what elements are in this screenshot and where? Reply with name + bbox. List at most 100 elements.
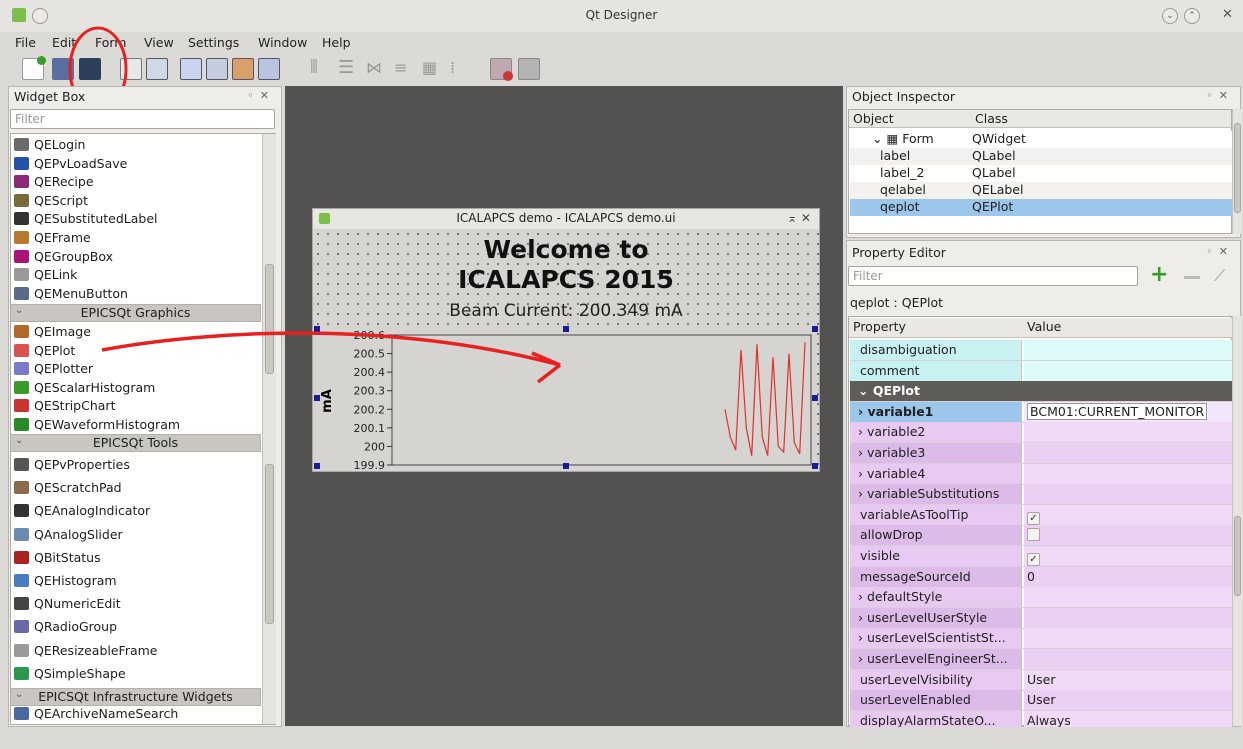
widget-item[interactable]: QEStripChart <box>14 398 115 416</box>
scrollbar-thumb[interactable] <box>265 464 274 624</box>
widget-item[interactable]: QEHistogram <box>14 573 117 591</box>
property-value[interactable] <box>1024 607 1232 628</box>
object-tree-row[interactable]: ⌄ ▦ Form QWidget <box>850 131 1232 148</box>
property-section-header[interactable]: ⌄ QEPlot <box>850 381 1232 403</box>
property-row[interactable]: visible ✓ <box>850 546 1232 567</box>
edit-widgets-icon[interactable] <box>180 58 202 80</box>
adjust-size-icon[interactable] <box>518 58 540 80</box>
widget-list-scrollbar[interactable] <box>262 134 276 724</box>
property-row[interactable]: comment <box>850 360 1232 382</box>
layout-splitter-h-icon[interactable]: ⋈ <box>366 58 388 80</box>
widget-item[interactable]: QEFrame <box>14 230 91 248</box>
property-value[interactable] <box>1024 340 1232 360</box>
widget-item[interactable]: QEImage <box>14 324 91 342</box>
widget-item[interactable]: QEPlot <box>14 343 75 361</box>
property-row[interactable]: allowDrop <box>850 525 1232 547</box>
form-window-controls[interactable]: ⌅ ✕ <box>787 211 811 225</box>
property-value[interactable] <box>1024 525 1232 546</box>
property-value[interactable]: ✓ <box>1024 546 1232 566</box>
widget-item[interactable]: QRadioGroup <box>14 619 117 637</box>
property-value[interactable] <box>1024 649 1232 669</box>
maximize-icon[interactable]: ⌃ <box>1184 8 1200 24</box>
object-column-header[interactable]: Object <box>849 110 971 128</box>
object-tree-row[interactable]: qelabel QELabel <box>850 182 1232 199</box>
widget-item[interactable]: QNumericEdit <box>14 596 121 614</box>
dock-controls[interactable]: ◦✕ <box>1206 245 1234 258</box>
checkbox-checked[interactable]: ✓ <box>1027 511 1040 525</box>
new-form-icon[interactable] <box>22 56 46 80</box>
property-row[interactable]: › userLevelScientistSt... <box>850 628 1232 650</box>
close-icon[interactable]: ✕ <box>1222 7 1233 22</box>
edit-tab-order-icon[interactable] <box>258 58 280 80</box>
layout-form-icon[interactable]: ⁞ <box>450 58 472 80</box>
selection-handle[interactable] <box>563 463 569 469</box>
widget-item[interactable]: QESubstitutedLabel <box>14 211 158 229</box>
configure-icon[interactable]: ⟋ <box>1214 266 1225 286</box>
property-row[interactable]: › variable3 <box>850 443 1232 464</box>
property-filter[interactable]: Filter <box>848 266 1138 286</box>
widget-item[interactable]: QEPvProperties <box>14 457 130 475</box>
widget-item[interactable]: QBitStatus <box>14 550 101 568</box>
menu-file[interactable]: File <box>15 35 36 50</box>
property-row[interactable]: › defaultStyle <box>850 587 1232 609</box>
layout-horizontal-icon[interactable]: ⦀ <box>310 58 332 80</box>
selection-handle[interactable] <box>314 463 320 469</box>
property-row[interactable]: userLevelVisibility User <box>850 669 1232 691</box>
widget-item[interactable]: QELink <box>14 267 77 285</box>
property-value[interactable] <box>1024 484 1232 505</box>
object-tree-row[interactable]: label QLabel <box>850 148 1232 165</box>
widget-box-filter[interactable]: Filter <box>10 109 275 129</box>
layout-splitter-v-icon[interactable]: ≡ <box>394 58 416 80</box>
property-row[interactable]: variableAsToolTip ✓ <box>850 504 1232 526</box>
selection-handle[interactable] <box>314 395 320 401</box>
class-column-header[interactable]: Class <box>971 110 1231 128</box>
widget-item[interactable]: QERecipe <box>14 174 94 192</box>
widget-item[interactable]: QEScratchPad <box>14 480 122 498</box>
property-value[interactable]: User <box>1024 690 1232 711</box>
widget-item[interactable]: QEAnalogIndicator <box>14 503 150 521</box>
property-value[interactable] <box>1024 463 1232 484</box>
widget-item[interactable]: QEPlotter <box>14 361 93 379</box>
widget-item[interactable]: QELogin <box>14 137 85 155</box>
property-value[interactable] <box>1024 587 1232 608</box>
object-tree-scrollbar[interactable] <box>1232 109 1242 234</box>
remove-property-icon[interactable] <box>1184 276 1200 279</box>
edit-signals-icon[interactable] <box>206 58 228 80</box>
scrollbar-thumb[interactable] <box>1234 123 1241 213</box>
property-row[interactable]: messageSourceId 0 <box>850 566 1232 588</box>
property-row[interactable]: › userLevelUserStyle <box>850 607 1232 629</box>
selection-handle[interactable] <box>812 463 818 469</box>
menu-view[interactable]: View <box>144 35 174 50</box>
property-value[interactable]: 0 <box>1024 566 1232 587</box>
widget-item[interactable]: QEGroupBox <box>14 249 113 267</box>
widget-category[interactable]: ⌄ EPICSQt Tools <box>10 434 261 452</box>
menu-help[interactable]: Help <box>322 35 351 50</box>
widget-item[interactable]: QEWaveformHistogram <box>14 417 180 435</box>
checkbox-checked[interactable]: ✓ <box>1027 553 1040 566</box>
property-value[interactable]: ✓ <box>1024 504 1232 525</box>
property-row[interactable]: › variable2 <box>850 422 1232 444</box>
property-value[interactable] <box>1024 360 1232 381</box>
widget-category[interactable]: ⌄ EPICSQt Infrastructure Widgets <box>10 688 261 706</box>
value-column-header[interactable]: Value <box>1023 318 1232 338</box>
selection-handle[interactable] <box>812 326 818 332</box>
widget-item[interactable]: QEResizeableFrame <box>14 643 158 661</box>
widget-item[interactable]: QSimpleShape <box>14 666 126 684</box>
layout-vertical-icon[interactable]: ☰ <box>338 58 360 80</box>
object-tree-row[interactable]: qeplot QEPlot <box>850 199 1232 216</box>
layout-grid-icon[interactable]: ▦ <box>422 58 444 80</box>
menu-window[interactable]: Window <box>258 35 307 50</box>
dock-controls[interactable]: ◦✕ <box>247 89 275 102</box>
checkbox-unchecked[interactable] <box>1027 528 1040 542</box>
break-layout-icon[interactable] <box>490 58 513 81</box>
menu-settings[interactable]: Settings <box>188 35 239 50</box>
widget-item[interactable]: QEScript <box>14 193 88 211</box>
edit-buddies-icon[interactable] <box>232 58 254 80</box>
object-tree-row[interactable]: label_2 QLabel <box>850 165 1232 182</box>
property-table-scrollbar[interactable] <box>1232 316 1242 726</box>
property-value[interactable]: BCM01:CURRENT_MONITOR <box>1024 401 1232 422</box>
scrollbar-thumb[interactable] <box>1234 516 1241 596</box>
dock-controls[interactable]: ◦✕ <box>1206 89 1234 102</box>
property-row[interactable]: › userLevelEngineerSt... <box>850 649 1232 670</box>
widget-item[interactable]: QEMenuButton <box>14 286 128 304</box>
